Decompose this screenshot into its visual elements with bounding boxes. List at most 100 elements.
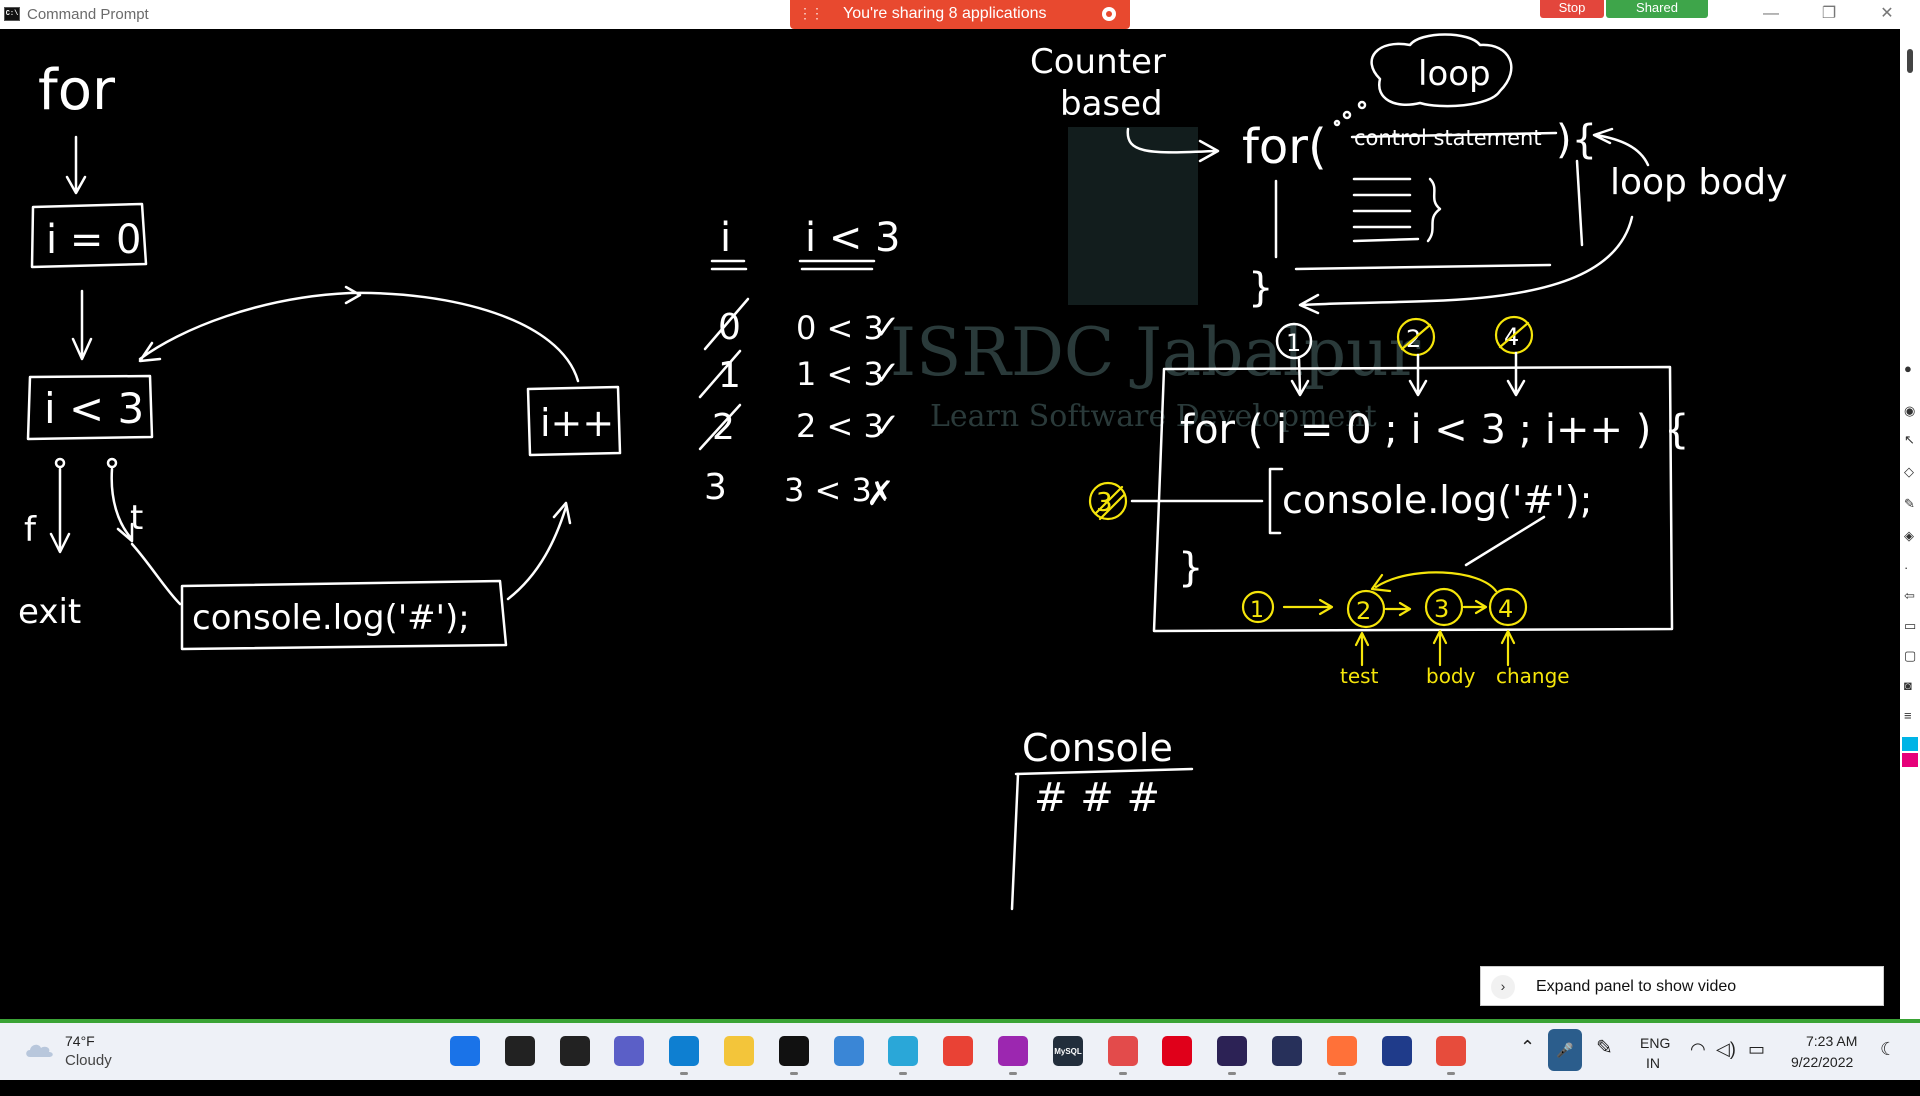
chat-icon[interactable]: [611, 1033, 647, 1069]
drag-handle-icon[interactable]: ⋮⋮: [798, 5, 824, 22]
flowchart: for i = 0 i < 3 i++ f t exit console.log…: [18, 58, 622, 651]
stop-sharing-button[interactable]: Stop: [1540, 0, 1604, 18]
pointer-icon[interactable]: ↖: [1904, 433, 1918, 447]
arrow-down-icon: [71, 289, 93, 361]
board-icon[interactable]: ▢: [1904, 649, 1918, 663]
arrow-right-icon: [1282, 598, 1334, 616]
file-explorer-icon[interactable]: [721, 1033, 757, 1069]
language-indicator[interactable]: ENG: [1640, 1035, 1670, 1051]
cloud-icon[interactable]: [24, 1041, 56, 1059]
syntax-open-brace: ){: [1556, 117, 1597, 163]
loop-back-arrow-icon: [138, 291, 580, 383]
order-label-change: change: [1496, 664, 1570, 688]
true-arrow-icon: [110, 467, 134, 543]
wifi-icon[interactable]: ◠: [1690, 1039, 1706, 1096]
trace-row-i: 1: [718, 355, 741, 396]
volume-icon[interactable]: ◁): [1716, 1039, 1736, 1096]
arrow-down-icon: [1506, 351, 1526, 397]
pen-icon[interactable]: ✎: [1904, 497, 1918, 511]
clock-date[interactable]: 9/22/2022: [1791, 1054, 1853, 1070]
eraser-icon[interactable]: ◇: [1904, 465, 1918, 479]
search-icon[interactable]: [502, 1033, 538, 1069]
blender-icon[interactable]: [1269, 1033, 1305, 1069]
highlighter-icon[interactable]: ◈: [1904, 529, 1918, 543]
trash-icon[interactable]: ▭: [1904, 619, 1918, 633]
trace-row-test: 0 < 3: [796, 309, 884, 347]
trace-table: i i < 3 0 0 < 3 ✓ 1 1 < 3 ✓ 2 2 < 3 ✓ 3 …: [698, 215, 901, 514]
undo-icon[interactable]: ⇦: [1904, 589, 1918, 603]
counter-based-line1: Counter: [1030, 42, 1166, 82]
example-header: for ( i = 0 ; i < 3 ; i++ ) {: [1180, 407, 1690, 453]
minimize-button[interactable]: —: [1742, 0, 1800, 29]
task-view-icon[interactable]: [557, 1033, 593, 1069]
pen-tool-icon[interactable]: [995, 1033, 1031, 1075]
trace-row-test: 1 < 3: [796, 355, 884, 393]
paint-icon[interactable]: [885, 1033, 921, 1075]
notepad-glyph: [834, 1036, 864, 1066]
start-icon[interactable]: [447, 1033, 483, 1069]
right-tool-strip: ● ◉ ↖ ◇ ✎ ◈ · ⇦ ▭ ▢ ◙ ≡: [1900, 29, 1920, 1019]
trace-row-test: 3 < 3: [784, 471, 872, 509]
whiteboard-canvas[interactable]: ISRDC Jabalpur Learn Software Developmen…: [0, 29, 1900, 1019]
example-close-brace: }: [1178, 545, 1203, 591]
check-icon: ✓: [872, 406, 901, 446]
running-indicator: [790, 1072, 798, 1075]
control-statement-label: control statement: [1354, 126, 1542, 150]
weather-temp[interactable]: 74°F: [65, 1033, 95, 1049]
close-button[interactable]: ✕: [1858, 0, 1916, 29]
pen-tool-glyph: [998, 1036, 1028, 1066]
trace-header-test: i < 3: [805, 215, 901, 261]
zoom-icon[interactable]: [1379, 1033, 1415, 1069]
check-icon: ✓: [872, 354, 901, 394]
video-panel[interactable]: › Expand panel to show video: [1480, 966, 1884, 1006]
blender-glyph: [1272, 1036, 1302, 1066]
arrow-down-icon: [65, 135, 87, 195]
terminal-icon[interactable]: [776, 1033, 812, 1075]
eraser-app-icon[interactable]: [1105, 1033, 1141, 1075]
trace-header-i: i: [720, 215, 731, 261]
title-bar: C:\ Command Prompt ⋮⋮ You're sharing 8 a…: [0, 0, 1920, 29]
microphone-icon[interactable]: 🎤: [1548, 1029, 1582, 1071]
dot-icon[interactable]: ·: [1904, 561, 1918, 575]
mysql-icon[interactable]: MySQL: [1050, 1033, 1086, 1069]
watermark: ISRDC Jabalpur Learn Software Developmen…: [890, 127, 1421, 434]
share-banner-text: You're sharing 8 applications: [843, 5, 1047, 22]
vscode-icon[interactable]: [666, 1033, 702, 1075]
chrome-icon[interactable]: [940, 1033, 976, 1069]
pen-menu-icon[interactable]: ✎: [1596, 1035, 1613, 1092]
show-hidden-icons-icon[interactable]: ⌃: [1520, 1037, 1535, 1094]
firefox-icon[interactable]: [1324, 1033, 1360, 1075]
trace-row-i: 3: [704, 467, 727, 508]
eraser-app-glyph: [1108, 1036, 1138, 1066]
counter-based-line2: based: [1060, 84, 1163, 124]
scrollbar-thumb[interactable]: [1907, 49, 1913, 73]
restore-button[interactable]: ❐: [1800, 0, 1858, 29]
syntax-keyword: for(: [1242, 119, 1327, 175]
chevron-right-icon[interactable]: ›: [1491, 975, 1515, 999]
arrowhead-icon: [344, 285, 362, 305]
eclipse-icon[interactable]: [1214, 1033, 1250, 1075]
annotate-icon[interactable]: [1433, 1033, 1469, 1075]
color-magenta-icon[interactable]: [1902, 753, 1918, 767]
weather-desc[interactable]: Cloudy: [65, 1052, 112, 1069]
list-icon[interactable]: ≡: [1904, 709, 1918, 723]
opera-icon[interactable]: [1159, 1033, 1195, 1069]
console-output: # # #: [1034, 775, 1160, 821]
notifications-icon[interactable]: ☾: [1880, 1039, 1896, 1096]
pin-icon[interactable]: ●: [1904, 362, 1918, 376]
shared-status-button[interactable]: Shared: [1606, 0, 1708, 18]
start-glyph: [450, 1036, 480, 1066]
notepad-icon[interactable]: [831, 1033, 867, 1069]
clock-time[interactable]: 7:23 AM: [1806, 1033, 1857, 1049]
color-cyan-icon[interactable]: [1902, 737, 1918, 751]
watermark-name: ISRDC Jabalpur: [890, 314, 1421, 391]
taskbar: 74°F Cloudy MySQL ⌃ 🎤 ✎ ENG IN ◠ ◁) ▭ 7:…: [0, 1019, 1920, 1080]
true-label: t: [130, 498, 143, 538]
camera-icon[interactable]: ◙: [1904, 679, 1918, 693]
eye-icon[interactable]: ◉: [1904, 404, 1918, 418]
recording-indicator-icon[interactable]: [1102, 7, 1116, 21]
init-label: i = 0: [46, 217, 142, 263]
screen-share-banner[interactable]: ⋮⋮ You're sharing 8 applications: [790, 0, 1130, 29]
region-indicator[interactable]: IN: [1646, 1055, 1660, 1071]
battery-icon[interactable]: ▭: [1748, 1039, 1765, 1096]
